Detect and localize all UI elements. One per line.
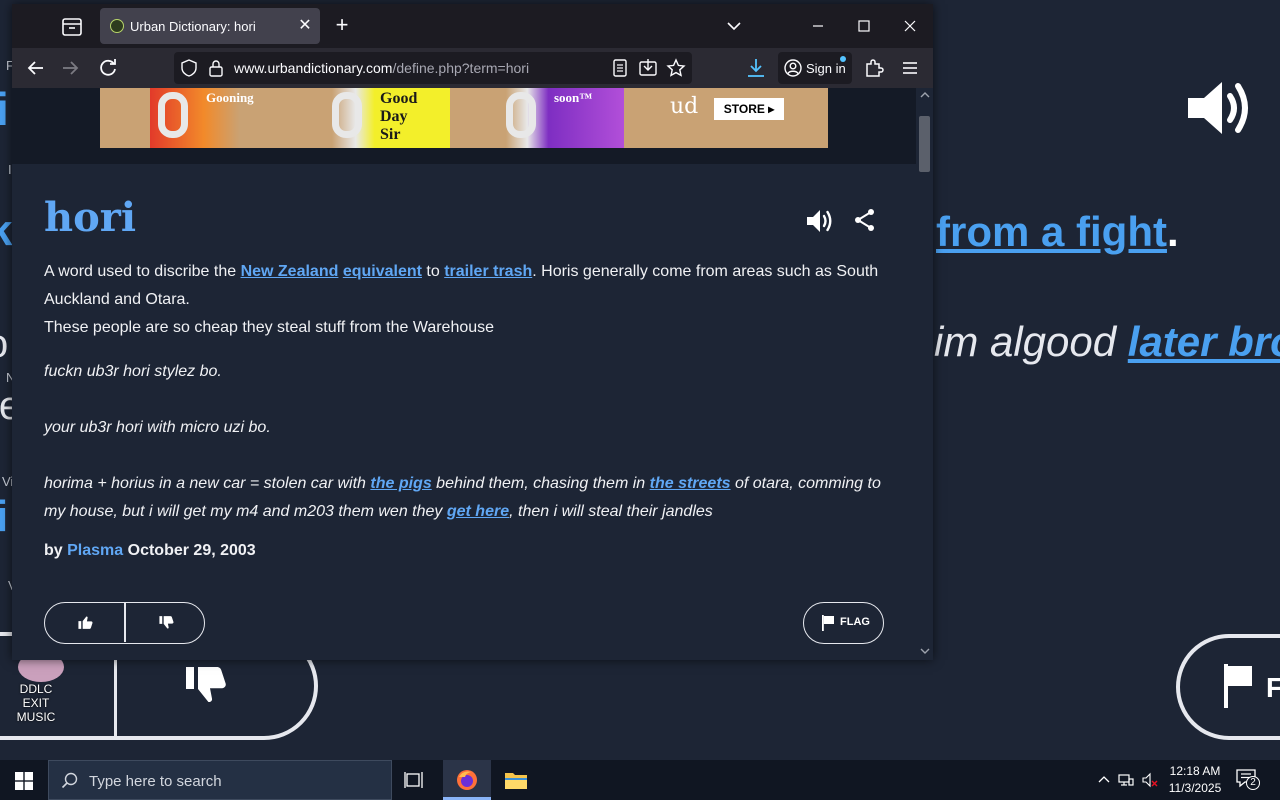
url-text[interactable]: www.urbandictionary.com/define.php?term=… (234, 60, 529, 76)
scroll-up-arrow-icon[interactable] (920, 90, 930, 100)
tab-bar: Urban Dictionary: hori ✕ + (12, 4, 933, 48)
notification-count-badge: 2 (1246, 776, 1260, 790)
mug-image: Gooning (150, 88, 254, 148)
scrollbar-thumb[interactable] (919, 116, 930, 172)
background-fragment: i (0, 492, 9, 541)
task-view-icon[interactable] (404, 770, 426, 790)
new-tab-icon[interactable]: + (330, 14, 354, 38)
desktop-shortcut[interactable]: DDLC EXIT MUSIC (8, 652, 64, 724)
action-center-button[interactable]: 2 (1236, 768, 1262, 792)
windows-logo-icon (15, 772, 33, 790)
definition-example: fuckn ub3r hori stylez bo. your ub3r hor… (44, 363, 881, 520)
background-flag-icon (1224, 664, 1252, 708)
upvote-button[interactable] (45, 603, 125, 642)
window-close-icon[interactable] (896, 14, 924, 38)
save-to-pocket-icon[interactable] (638, 58, 658, 78)
tracking-protection-shield-icon[interactable] (180, 59, 198, 77)
link-the-streets[interactable]: the streets (650, 475, 731, 492)
background-thumbs-down-icon (186, 667, 226, 702)
scroll-down-arrow-icon[interactable] (920, 646, 930, 656)
clock-time: 12:18 AM (1169, 764, 1221, 778)
account-icon (784, 59, 802, 77)
desktop-shortcut-label: DDLC EXIT MUSIC (16, 682, 56, 724)
tab-close-icon[interactable]: ✕ (296, 16, 314, 36)
downvote-button[interactable] (126, 603, 204, 642)
mug-handle (158, 92, 188, 138)
list-all-tabs-chevron-icon[interactable] (724, 18, 744, 34)
page-viewport: Gooning Good Day Sir soon™ ud STORE ▸ ho… (12, 88, 933, 660)
link-new-zealand[interactable]: New Zealand (241, 263, 339, 280)
back-arrow-icon[interactable] (24, 56, 48, 80)
downloads-icon[interactable] (744, 56, 768, 80)
minimize-icon[interactable] (804, 14, 832, 38)
background-fragment: o (0, 322, 8, 367)
address-bar[interactable]: www.urbandictionary.com/define.php?term=… (174, 52, 692, 84)
firefox-icon (457, 770, 477, 790)
forward-arrow-icon[interactable] (58, 56, 82, 80)
taskbar-firefox[interactable] (443, 760, 491, 800)
link-get-here[interactable]: get here (447, 503, 509, 520)
reload-icon[interactable] (96, 56, 120, 80)
background-algood-text: im algood later bro (934, 318, 1280, 365)
link-equivalent[interactable]: equivalent (343, 263, 422, 280)
background-fragment: i (0, 83, 9, 135)
vertical-scrollbar[interactable] (916, 88, 933, 660)
link-trailer-trash[interactable]: trailer trash (444, 263, 532, 280)
search-icon (61, 772, 78, 789)
reader-view-icon[interactable] (610, 58, 630, 78)
vote-buttons (44, 602, 205, 644)
firefox-view-icon[interactable] (60, 16, 84, 38)
mug-image: Good Day Sir (332, 88, 450, 148)
mug-image: soon™ (506, 88, 624, 148)
show-hidden-icons-chevron-icon[interactable] (1096, 772, 1112, 788)
sign-in-label: Sign in (806, 61, 846, 76)
taskbar-search-box[interactable]: Type here to search (48, 760, 392, 800)
taskbar-file-explorer[interactable] (492, 760, 540, 800)
author-link[interactable]: Plasma (67, 542, 123, 559)
store-banner-ad[interactable]: Gooning Good Day Sir soon™ ud STORE ▸ (100, 88, 828, 148)
definition-meaning: A word used to discribe the New Zealand … (44, 263, 879, 336)
flag-icon (822, 615, 834, 631)
extensions-puzzle-icon[interactable] (862, 56, 886, 80)
start-button[interactable] (0, 760, 48, 800)
taskbar-clock[interactable]: 12:18 AM 11/3/2025 (1162, 763, 1228, 797)
mug-handle (332, 92, 362, 138)
ad-strip: Gooning Good Day Sir soon™ ud STORE ▸ (12, 88, 916, 164)
tab-title: Urban Dictionary: hori (130, 19, 256, 34)
speaker-icon[interactable] (806, 208, 834, 234)
hamburger-menu-icon[interactable] (898, 56, 922, 80)
definition-word[interactable]: hori (44, 194, 136, 241)
sign-in-button[interactable]: Sign in (778, 52, 852, 84)
folder-icon (505, 773, 527, 789)
background-speaker-icon (1188, 82, 1248, 134)
windows-taskbar: Type here to search 12:18 AM 11/3/2025 2 (0, 760, 1280, 800)
bookmark-star-icon[interactable] (666, 58, 686, 78)
thumbs-down-icon (159, 616, 174, 629)
contributor-line: by Plasma October 29, 2003 (44, 542, 256, 559)
maximize-icon[interactable] (850, 14, 878, 38)
background-fight-text: from a fight. (936, 208, 1179, 255)
mug-text: Good Day Sir (380, 90, 418, 143)
lock-icon[interactable] (208, 59, 224, 77)
thumbs-up-icon (78, 616, 93, 629)
volume-muted-icon[interactable] (1142, 772, 1158, 788)
link-the-pigs[interactable]: the pigs (370, 475, 431, 492)
tab-active[interactable]: Urban Dictionary: hori ✕ (100, 8, 320, 44)
flag-button[interactable]: FLAG (803, 602, 884, 644)
notification-dot (840, 56, 846, 62)
network-icon[interactable] (1118, 772, 1134, 788)
definition-date: October 29, 2003 (127, 542, 256, 559)
banner-store-button[interactable]: STORE ▸ (714, 98, 784, 120)
search-placeholder: Type here to search (89, 773, 222, 790)
browser-window: Urban Dictionary: hori ✕ + www.urbandict… (12, 4, 933, 660)
share-icon[interactable] (854, 208, 876, 232)
navigation-toolbar: www.urbandictionary.com/define.php?term=… (12, 48, 933, 88)
background-flag-letter: F (1266, 672, 1280, 703)
urban-dictionary-favicon-icon (110, 19, 124, 33)
clock-date: 11/3/2025 (1168, 781, 1222, 795)
flag-label: FLAG (840, 616, 870, 628)
mug-handle (506, 92, 536, 138)
